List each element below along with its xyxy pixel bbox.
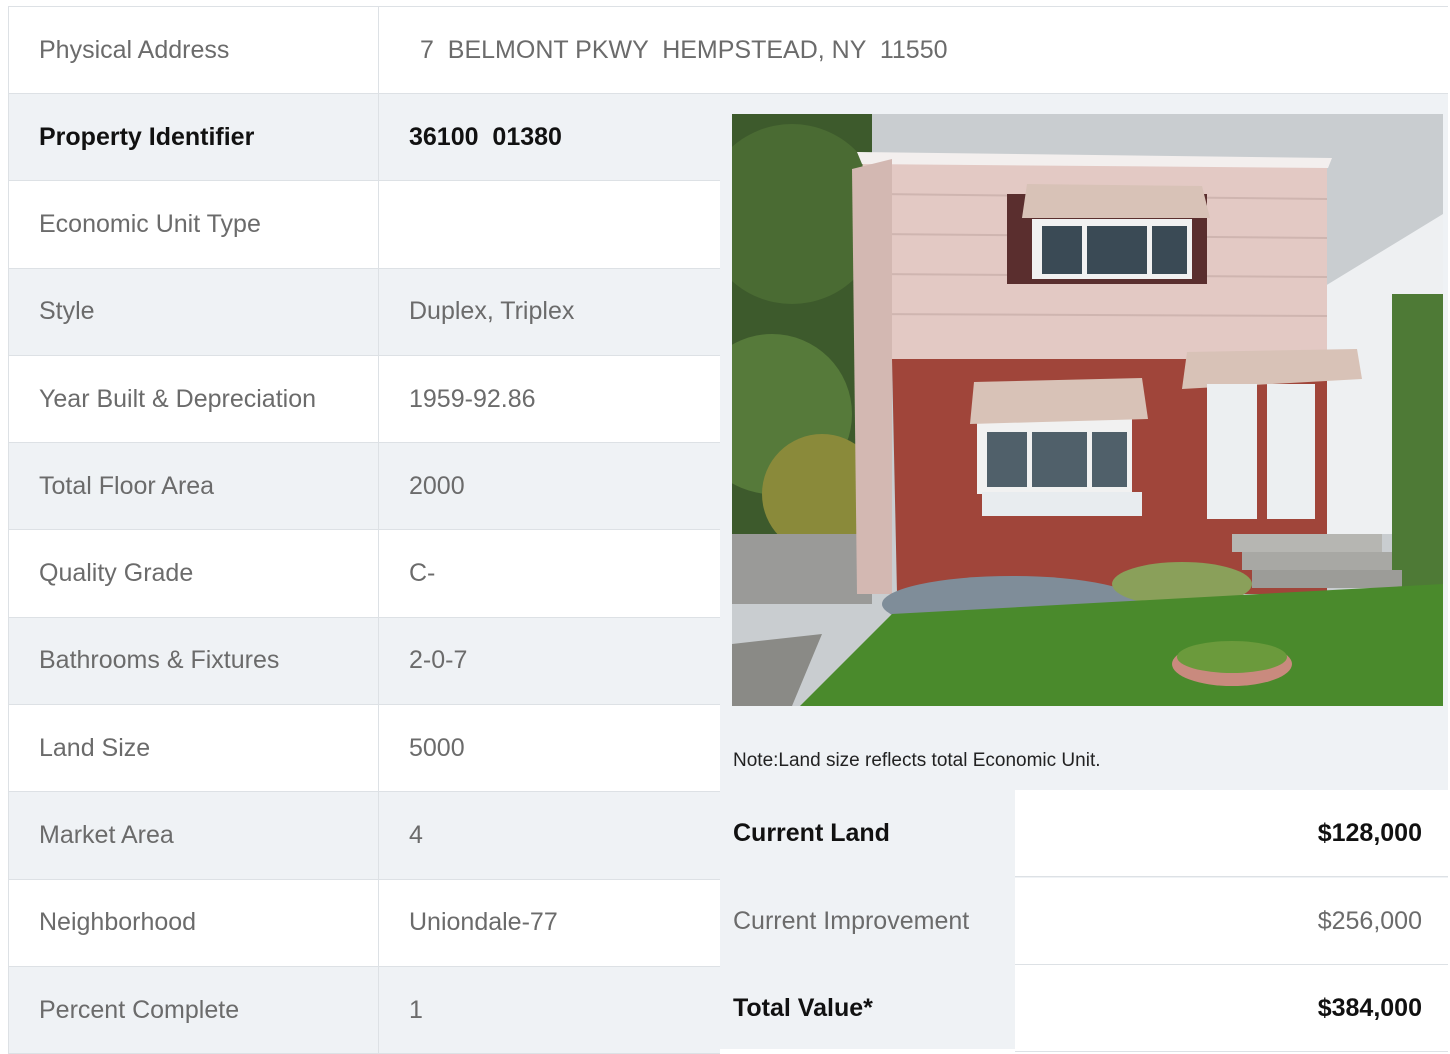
address-row: Physical Address 7 BELMONT PKWY HEMPSTEA… bbox=[8, 6, 1448, 94]
detail-label: Quality Grade bbox=[8, 530, 379, 617]
detail-value: 36100 01380 bbox=[409, 122, 562, 151]
detail-value: 2000 bbox=[409, 471, 465, 500]
detail-label: Neighborhood bbox=[8, 879, 379, 966]
value-amount: $256,000 bbox=[1015, 878, 1448, 965]
value-row-current-land: Current Land $128,000 bbox=[720, 790, 1448, 877]
detail-row-land-size: Land Size 5000 bbox=[8, 705, 720, 793]
detail-label: Economic Unit Type bbox=[8, 181, 379, 268]
detail-value bbox=[379, 181, 720, 267]
property-summary-panel: Note:Land size reflects total Economic U… bbox=[720, 94, 1448, 1052]
detail-row-property-identifier: Property Identifier 36100 01380 bbox=[8, 94, 720, 182]
value-label: Total Value* bbox=[733, 994, 873, 1022]
detail-value: 2-0-7 bbox=[409, 646, 468, 675]
detail-value: Duplex, Triplex bbox=[409, 297, 575, 326]
detail-row-year-built: Year Built & Depreciation 1959-92.86 bbox=[8, 355, 720, 444]
detail-label: Property Identifier bbox=[8, 94, 379, 181]
detail-row-neighborhood: Neighborhood Uniondale-77 bbox=[8, 879, 720, 967]
detail-label: Total Floor Area bbox=[8, 443, 379, 530]
value-row-total-value: Total Value* $384,000 bbox=[720, 965, 1448, 1052]
property-details-table: Property Identifier 36100 01380 Economic… bbox=[8, 94, 720, 1054]
detail-label: Year Built & Depreciation bbox=[8, 355, 379, 443]
detail-label: Land Size bbox=[8, 705, 379, 792]
detail-value: C- bbox=[409, 559, 436, 588]
detail-row-percent-complete: Percent Complete 1 bbox=[8, 966, 720, 1054]
detail-row-style: Style Duplex, Triplex bbox=[8, 268, 720, 356]
detail-value: 5000 bbox=[409, 733, 465, 762]
value-amount: $128,000 bbox=[1015, 790, 1448, 877]
detail-row-economic-unit-type: Economic Unit Type bbox=[8, 181, 720, 269]
detail-value: Uniondale-77 bbox=[409, 908, 558, 937]
detail-row-market-area: Market Area 4 bbox=[8, 792, 720, 880]
detail-row-quality-grade: Quality Grade C- bbox=[8, 530, 720, 618]
value-label: Current Improvement bbox=[733, 907, 970, 935]
detail-value: 1959-92.86 bbox=[409, 384, 536, 413]
detail-label: Bathrooms & Fixtures bbox=[8, 617, 379, 705]
detail-label: Percent Complete bbox=[8, 966, 379, 1054]
value-amount: $384,000 bbox=[1015, 965, 1448, 1052]
land-size-note: Note:Land size reflects total Economic U… bbox=[733, 750, 1101, 771]
detail-value: 1 bbox=[409, 995, 423, 1024]
value-row-current-improvement: Current Improvement $256,000 bbox=[720, 878, 1448, 965]
detail-row-total-floor-area: Total Floor Area 2000 bbox=[8, 443, 720, 531]
detail-value: 4 bbox=[409, 821, 423, 850]
detail-row-bathrooms: Bathrooms & Fixtures 2-0-7 bbox=[8, 617, 720, 706]
detail-label: Market Area bbox=[8, 792, 379, 879]
property-photo bbox=[732, 114, 1443, 706]
address-value: 7 BELMONT PKWY HEMPSTEAD, NY 11550 bbox=[420, 35, 948, 64]
value-label: Current Land bbox=[733, 819, 890, 847]
address-label: Physical Address bbox=[8, 7, 379, 93]
detail-label: Style bbox=[8, 268, 379, 355]
